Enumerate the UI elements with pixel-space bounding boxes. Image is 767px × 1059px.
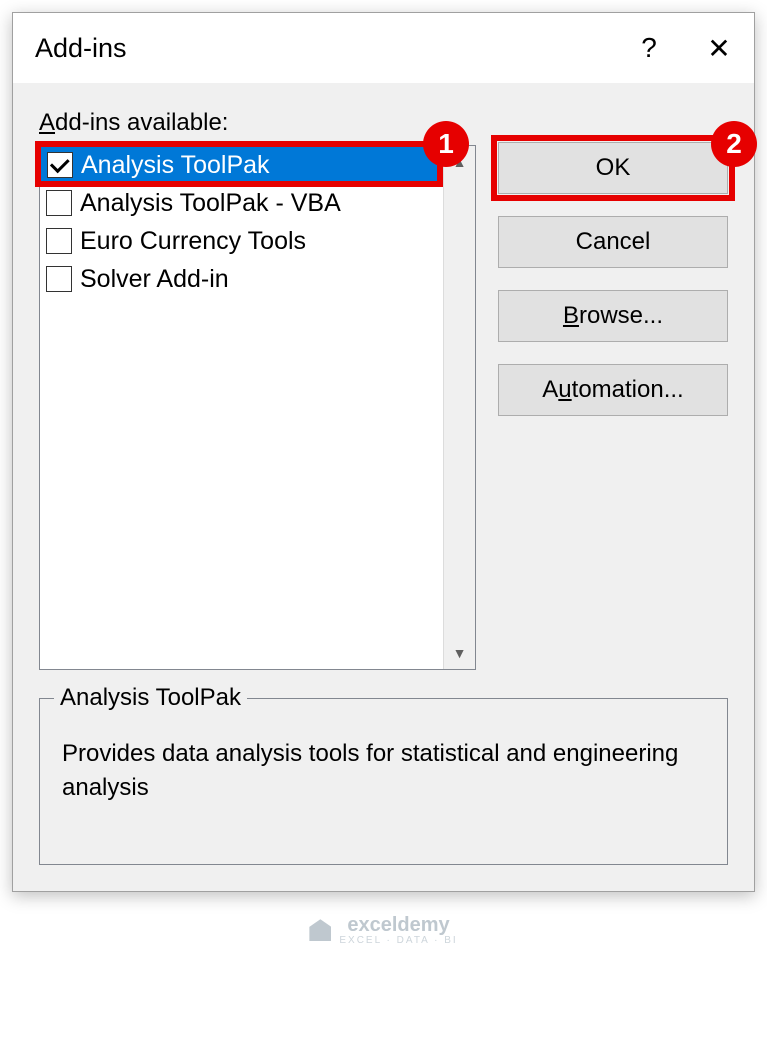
- automation-button[interactable]: Automation...: [498, 364, 728, 416]
- list-item[interactable]: Analysis ToolPak - VBA: [40, 184, 443, 222]
- addins-dialog: Add-ins ? ✕ Add-ins available: Analysis …: [12, 12, 755, 892]
- addins-listbox[interactable]: Analysis ToolPak Analysis ToolPak - VBA …: [40, 146, 443, 669]
- title-bar: Add-ins ? ✕: [13, 13, 754, 83]
- scroll-down-icon[interactable]: ▼: [444, 637, 475, 669]
- list-item[interactable]: Euro Currency Tools: [40, 222, 443, 260]
- list-item[interactable]: Analysis ToolPak: [40, 146, 443, 184]
- checkbox-icon[interactable]: [46, 228, 72, 254]
- list-item[interactable]: Solver Add-in: [40, 260, 443, 298]
- description-title: Analysis ToolPak: [54, 684, 247, 712]
- checkbox-icon[interactable]: [46, 190, 72, 216]
- addins-available-label: Add-ins available:: [39, 109, 476, 137]
- buttons-column: OK Cancel Browse... Automation...: [498, 109, 728, 416]
- close-button[interactable]: ✕: [684, 13, 754, 83]
- scrollbar[interactable]: ▲ ▼: [443, 146, 475, 669]
- list-item-label: Euro Currency Tools: [80, 227, 306, 256]
- checkbox-icon[interactable]: [46, 266, 72, 292]
- addins-listbox-wrap: Analysis ToolPak Analysis ToolPak - VBA …: [39, 145, 476, 670]
- watermark-icon: [309, 919, 331, 941]
- browse-button[interactable]: Browse...: [498, 290, 728, 342]
- description-groupbox: Analysis ToolPak Provides data analysis …: [39, 698, 728, 865]
- main-row: Add-ins available: Analysis ToolPak Anal…: [39, 109, 728, 670]
- help-button[interactable]: ?: [614, 13, 684, 83]
- list-item-label: Analysis ToolPak - VBA: [80, 189, 341, 218]
- dialog-body: Add-ins available: Analysis ToolPak Anal…: [13, 83, 754, 891]
- close-icon: ✕: [707, 32, 730, 65]
- watermark: exceldemy EXCEL · DATA · BI: [12, 914, 755, 946]
- dialog-title: Add-ins: [35, 33, 127, 64]
- scroll-up-icon[interactable]: ▲: [444, 146, 475, 178]
- description-text: Provides data analysis tools for statist…: [62, 737, 705, 804]
- ok-button[interactable]: OK: [498, 142, 728, 194]
- help-icon: ?: [641, 32, 657, 64]
- titlebar-buttons: ? ✕: [614, 13, 754, 83]
- list-item-label: Analysis ToolPak: [81, 151, 270, 180]
- watermark-text: exceldemy EXCEL · DATA · BI: [339, 914, 457, 946]
- list-item-label: Solver Add-in: [80, 265, 229, 294]
- checkbox-icon[interactable]: [47, 152, 73, 178]
- addins-column: Add-ins available: Analysis ToolPak Anal…: [39, 109, 476, 670]
- cancel-button[interactable]: Cancel: [498, 216, 728, 268]
